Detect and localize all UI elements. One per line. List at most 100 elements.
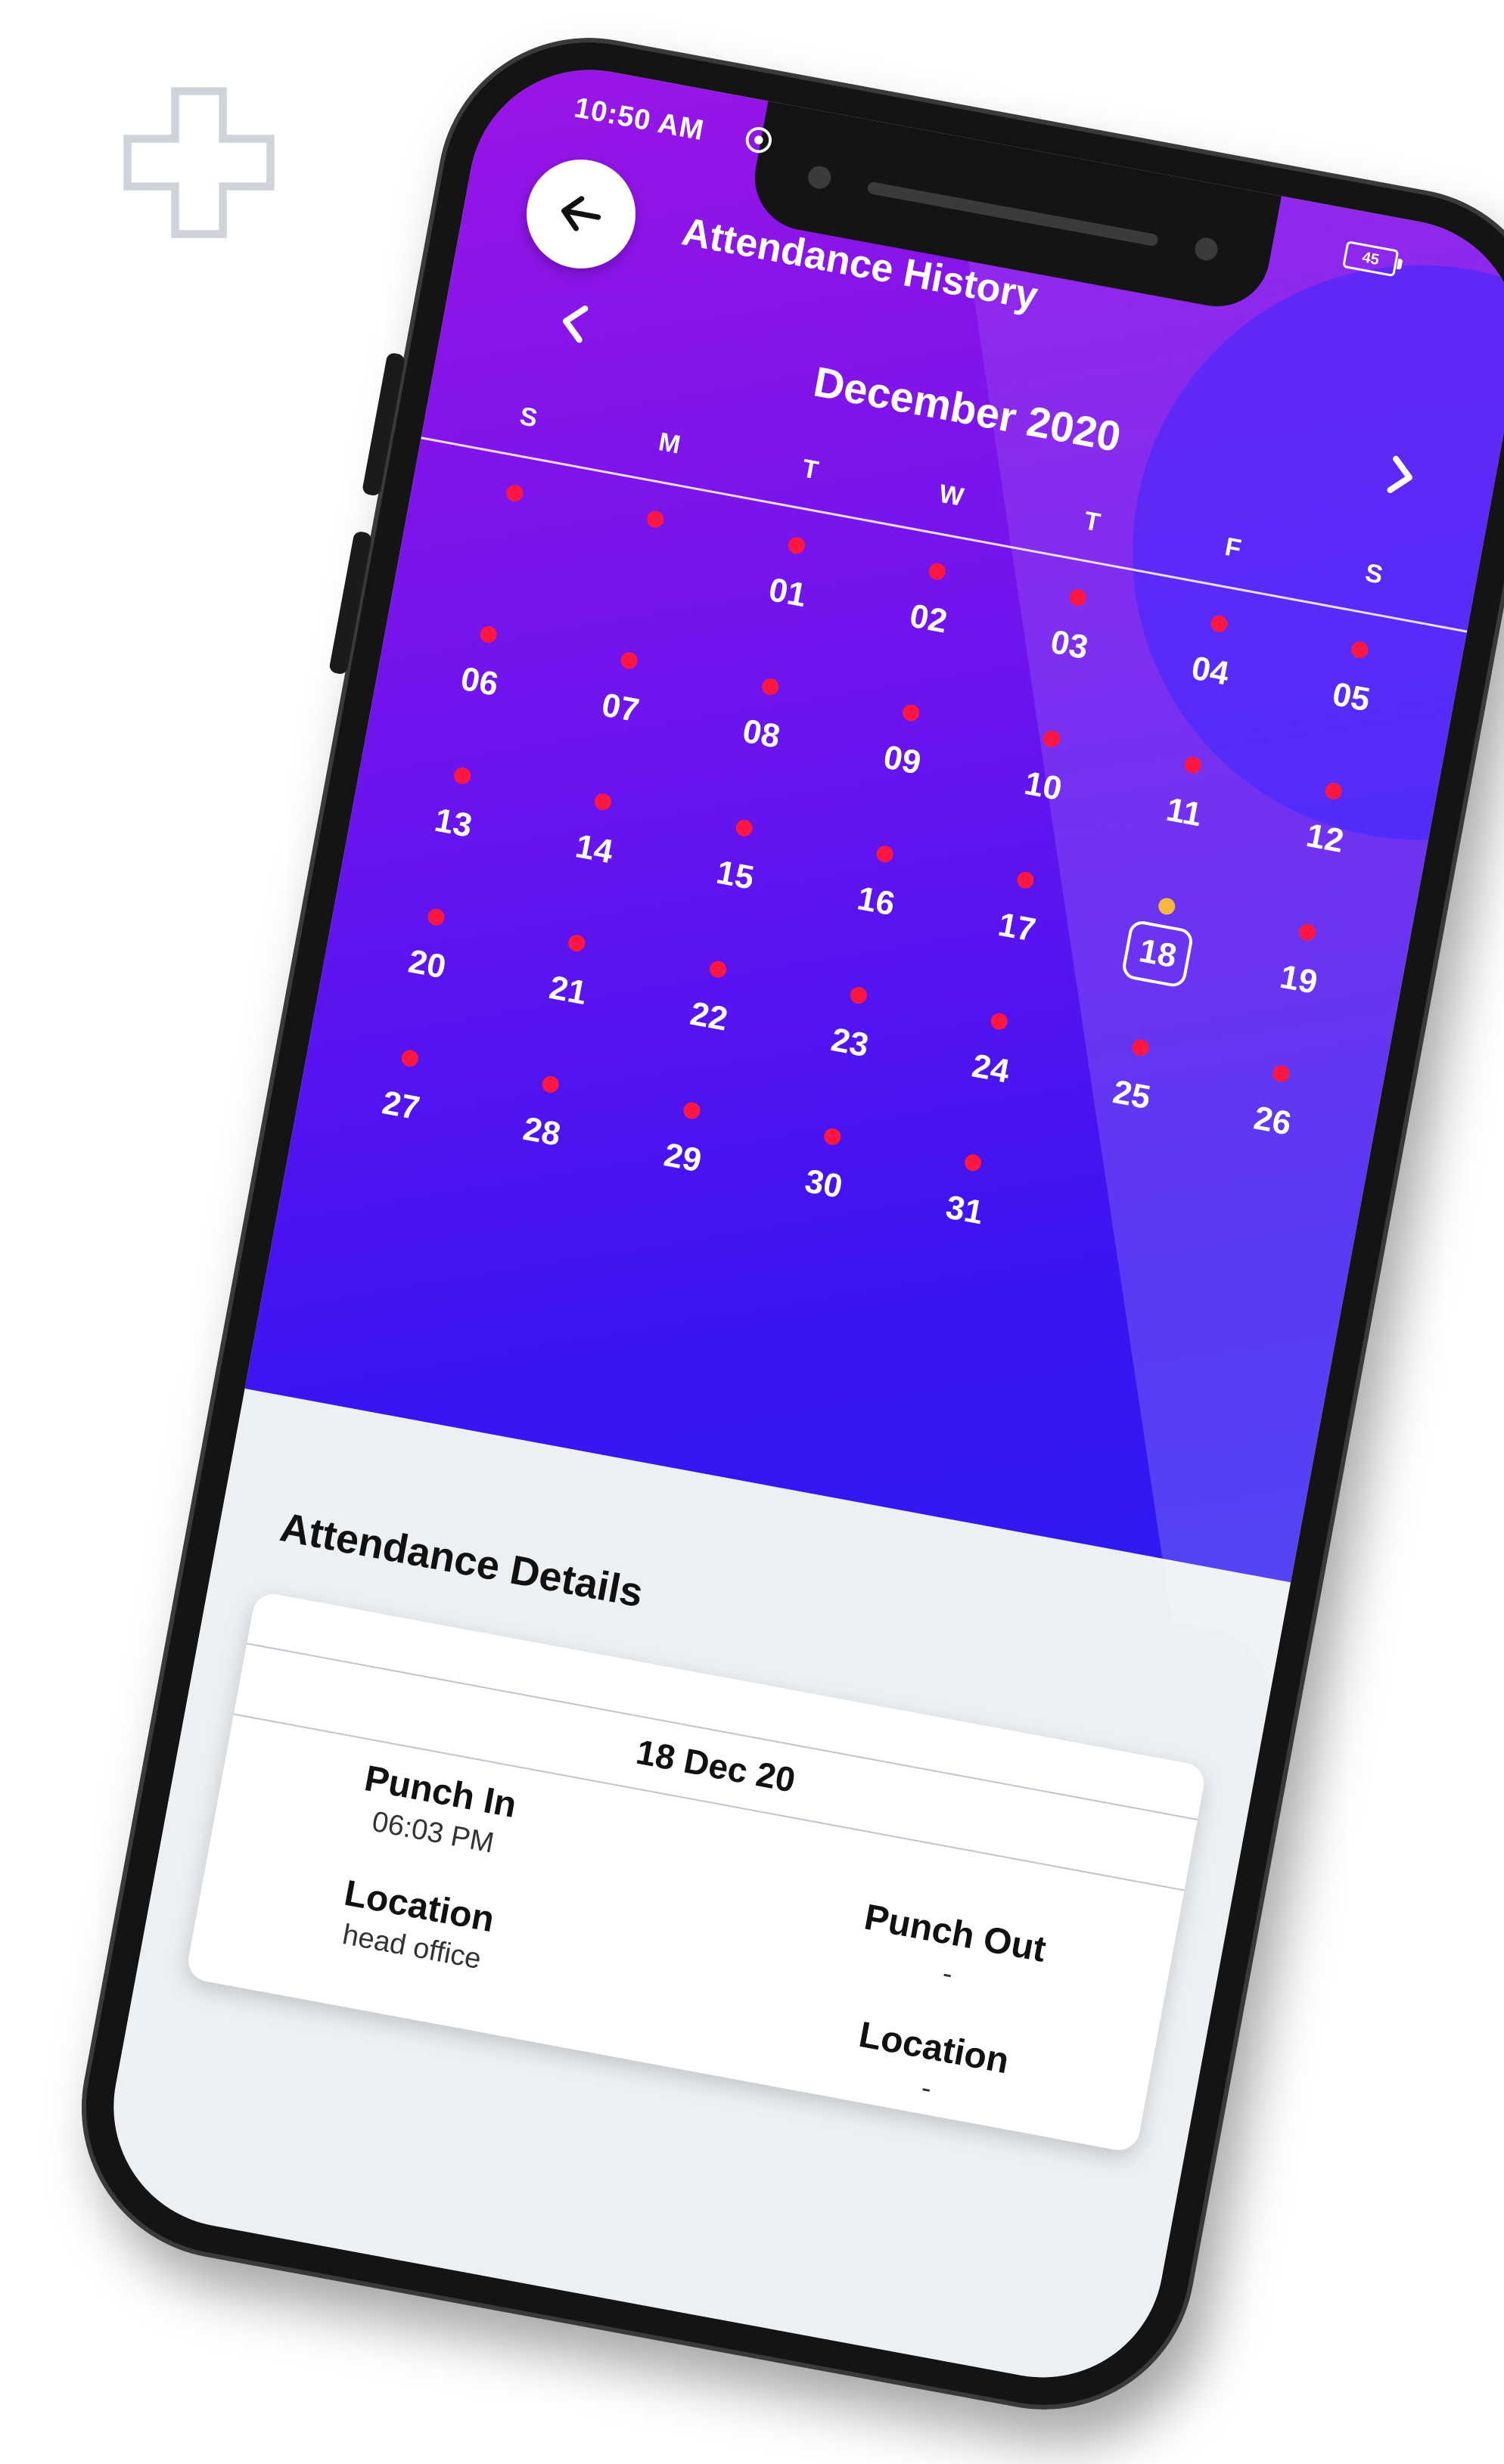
calendar-day-number: 11 bbox=[1163, 790, 1205, 834]
calendar-day[interactable]: 19 bbox=[1213, 904, 1381, 1071]
plus-outline-icon bbox=[123, 87, 275, 238]
calendar-day[interactable]: 01 bbox=[703, 517, 870, 684]
calendar-empty-cell bbox=[561, 491, 729, 658]
absent-marker-dot bbox=[426, 907, 446, 927]
calendar-day[interactable]: 13 bbox=[368, 747, 536, 914]
calendar-day-number: 21 bbox=[546, 968, 590, 1013]
calendar-day-number: 15 bbox=[713, 853, 757, 897]
absent-marker-dot bbox=[1209, 613, 1229, 634]
chevron-right-icon[interactable] bbox=[1369, 445, 1431, 507]
calendar-day-number: 01 bbox=[766, 571, 809, 615]
calendar-day[interactable]: 03 bbox=[984, 569, 1151, 736]
calendar-day-number: 12 bbox=[1303, 816, 1347, 861]
calendar-day[interactable]: 08 bbox=[676, 658, 844, 825]
calendar-day[interactable]: 24 bbox=[906, 993, 1073, 1160]
absent-marker-dot bbox=[875, 844, 895, 864]
calendar-day-number: 30 bbox=[802, 1162, 846, 1206]
calendar-day[interactable]: 15 bbox=[650, 799, 817, 967]
absent-marker-dot bbox=[540, 1075, 561, 1094]
absent-marker-dot bbox=[760, 677, 780, 697]
absent-marker-dot bbox=[399, 1048, 420, 1069]
absent-marker-dot bbox=[645, 509, 666, 529]
calendar-day[interactable]: 10 bbox=[959, 710, 1126, 877]
calendar-day[interactable]: 20 bbox=[342, 889, 509, 1056]
app-screen: 10:50 AM 45 Attendance History December … bbox=[93, 50, 1504, 2397]
calendar-day[interactable]: 27 bbox=[316, 1029, 483, 1196]
calendar-day[interactable]: 18 bbox=[1073, 877, 1240, 1044]
calendar-day[interactable]: 23 bbox=[765, 967, 932, 1134]
calendar-day-number: 22 bbox=[687, 995, 731, 1038]
calendar-day-number: 23 bbox=[828, 1021, 872, 1065]
weekday-label: T bbox=[800, 454, 821, 486]
calendar-day-number: 19 bbox=[1277, 957, 1321, 1001]
absent-marker-dot bbox=[505, 483, 524, 503]
absent-marker-dot bbox=[990, 1011, 1010, 1032]
weekday-label: S bbox=[517, 402, 540, 433]
calendar-day-number: 03 bbox=[1047, 623, 1092, 667]
absent-marker-dot bbox=[786, 535, 806, 555]
calendar-day-number: 18 bbox=[1120, 919, 1195, 989]
calendar-day[interactable]: 02 bbox=[844, 543, 1011, 710]
status-time: 10:50 AM bbox=[571, 92, 707, 147]
calendar-day[interactable]: 16 bbox=[791, 825, 959, 992]
absent-marker-dot bbox=[1130, 1038, 1151, 1057]
calendar-day[interactable]: 12 bbox=[1240, 762, 1407, 929]
absent-marker-dot bbox=[619, 650, 639, 671]
absent-marker-dot bbox=[901, 703, 921, 723]
calendar-day-number: 28 bbox=[520, 1109, 564, 1153]
calendar-empty-cell bbox=[1021, 1160, 1188, 1327]
calendar-day-number: 07 bbox=[598, 686, 642, 730]
calendar-day[interactable]: 22 bbox=[624, 941, 791, 1108]
calendar-day[interactable]: 05 bbox=[1266, 621, 1434, 788]
calendar-day[interactable]: 04 bbox=[1125, 595, 1292, 762]
absent-marker-dot bbox=[1297, 923, 1318, 942]
calendar-day[interactable]: 29 bbox=[598, 1082, 765, 1249]
calendar-day-number: 02 bbox=[906, 597, 950, 641]
calendar-day-number: 17 bbox=[995, 905, 1039, 949]
calendar-day-number: 08 bbox=[739, 712, 783, 756]
calendar-day[interactable]: 09 bbox=[817, 684, 984, 852]
absent-marker-dot bbox=[734, 818, 754, 838]
calendar-day-number: 25 bbox=[1110, 1073, 1154, 1117]
calendar-day-number: 05 bbox=[1329, 675, 1373, 719]
calendar-day-number: 31 bbox=[943, 1188, 987, 1232]
camera-dot bbox=[806, 164, 833, 191]
calendar-day-number: 14 bbox=[572, 827, 617, 871]
calendar-day[interactable]: 11 bbox=[1099, 737, 1266, 904]
calendar-day-number: 04 bbox=[1189, 649, 1232, 693]
absent-marker-dot bbox=[593, 792, 613, 812]
absent-marker-dot bbox=[682, 1100, 701, 1121]
absent-marker-dot bbox=[1068, 588, 1088, 608]
calendar-day[interactable]: 07 bbox=[536, 632, 703, 799]
arrow-left-icon bbox=[561, 196, 601, 231]
calendar-day[interactable]: 17 bbox=[932, 852, 1099, 1019]
calendar-day[interactable]: 30 bbox=[738, 1108, 906, 1275]
sensor-dot bbox=[1192, 235, 1220, 262]
absent-marker-dot bbox=[963, 1153, 984, 1173]
calendar-day[interactable]: 06 bbox=[395, 606, 562, 773]
punch-in-column: Punch In 06:03 PM Location head office bbox=[195, 1732, 658, 2003]
calendar-empty-cell bbox=[421, 464, 588, 632]
calendar-day[interactable]: 28 bbox=[457, 1056, 624, 1223]
calendar-day-number: 29 bbox=[660, 1136, 705, 1180]
weekday-label: M bbox=[656, 427, 683, 460]
calendar-day[interactable]: 21 bbox=[483, 914, 651, 1081]
absent-marker-dot bbox=[822, 1127, 843, 1147]
calendar-day-number: 06 bbox=[458, 659, 502, 703]
absent-marker-dot bbox=[849, 985, 869, 1005]
calendar-empty-cell bbox=[1161, 1187, 1328, 1354]
back-button[interactable] bbox=[517, 151, 645, 278]
absent-marker-dot bbox=[1016, 870, 1036, 890]
absent-marker-dot bbox=[452, 765, 472, 786]
calendar-day-number: 27 bbox=[379, 1084, 423, 1128]
calendar-day[interactable]: 31 bbox=[880, 1134, 1047, 1302]
notification-icon bbox=[745, 127, 772, 154]
absent-marker-dot bbox=[1350, 640, 1370, 660]
calendar-day[interactable]: 25 bbox=[1047, 1019, 1214, 1186]
calendar-day[interactable]: 14 bbox=[509, 773, 676, 940]
calendar-day[interactable]: 26 bbox=[1188, 1045, 1355, 1212]
calendar-day-number: 26 bbox=[1251, 1099, 1294, 1143]
absent-marker-dot bbox=[1271, 1063, 1291, 1084]
calendar-day-number: 24 bbox=[969, 1047, 1013, 1091]
attendance-card: 18 Dec 20 Punch In 06:03 PM Location hea… bbox=[185, 1590, 1207, 2154]
